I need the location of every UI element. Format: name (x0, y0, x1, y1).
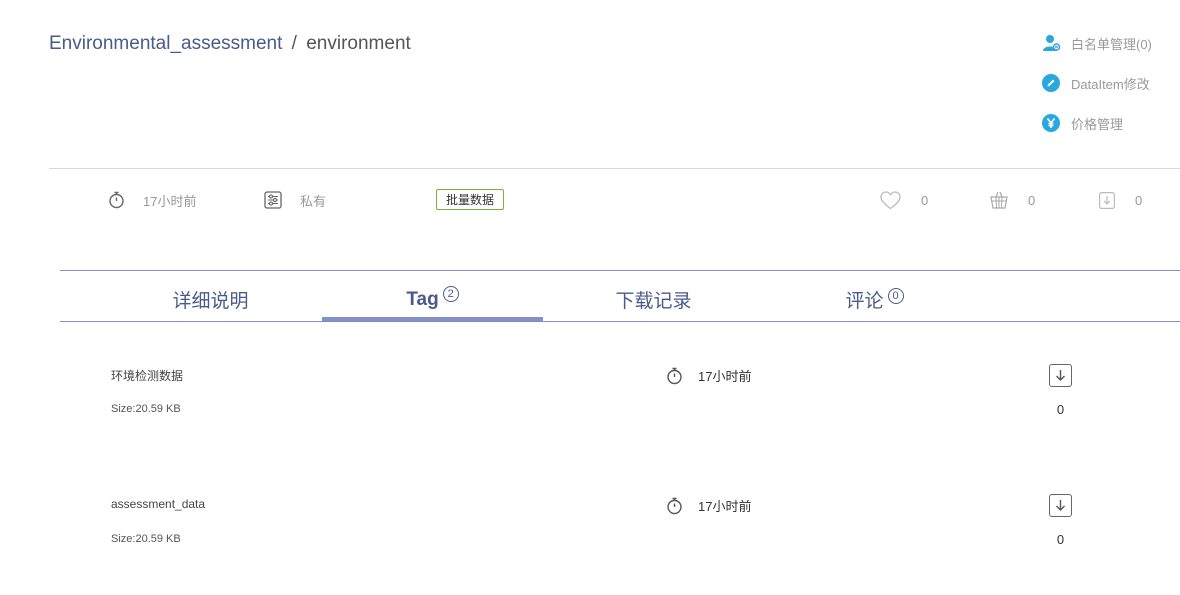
tab-download-records[interactable]: 下载记录 (543, 286, 764, 316)
yen-icon (1042, 114, 1060, 132)
stopwatch-icon (108, 191, 125, 209)
cart-stat[interactable]: 0 (990, 189, 1035, 211)
file-size: Size:20.59 KB (111, 403, 181, 415)
tab-details[interactable]: 详细说明 (100, 286, 321, 316)
tabs-bottom-border (60, 321, 1180, 322)
whitelist-manage-label: 白名单管理(0) (1071, 36, 1152, 52)
meta-time: 17小时前 (108, 189, 196, 211)
stopwatch-icon (666, 367, 683, 385)
file-download-count: 0 (1056, 402, 1065, 417)
download-count: 0 (1135, 192, 1143, 208)
price-manage-button[interactable]: 价格管理 (1042, 113, 1152, 133)
file-time-label: 17小时前 (698, 369, 752, 384)
cart-count: 0 (1028, 192, 1036, 208)
file-download-button[interactable] (1049, 494, 1072, 517)
download-arrow-icon (1056, 370, 1065, 381)
download-arrow-icon (1056, 500, 1065, 511)
tab-download-records-label: 下载记录 (615, 291, 692, 312)
dataitem-edit-label: DataItem修改 (1071, 76, 1150, 92)
file-time: 17小时前 (666, 496, 751, 515)
tab-details-label: 详细说明 (172, 291, 249, 312)
stopwatch-icon (666, 497, 683, 515)
tab-tag-label: Tag (406, 289, 439, 310)
breadcrumb: Environmental_assessment / environment (49, 33, 411, 55)
file-size: Size:20.59 KB (111, 533, 181, 545)
download-stat[interactable]: 0 (1099, 189, 1142, 211)
breadcrumb-parent[interactable]: Environmental_assessment (49, 33, 282, 54)
whitelist-manage-button[interactable]: 白名单管理(0) (1042, 33, 1152, 53)
like-stat[interactable]: 0 (880, 189, 928, 211)
user-group-icon (1042, 34, 1060, 52)
file-download-count: 0 (1056, 532, 1065, 547)
meta-visibility: 私有 (264, 189, 326, 211)
heart-icon[interactable] (880, 190, 901, 210)
pencil-icon (1042, 74, 1060, 92)
settings-sliders-icon (264, 191, 282, 209)
side-actions: 白名单管理(0) DataItem修改 价格管理 (1042, 33, 1152, 153)
price-manage-label: 价格管理 (1071, 116, 1124, 132)
download-icon[interactable] (1099, 191, 1115, 209)
file-time-label: 17小时前 (698, 499, 752, 514)
breadcrumb-separator: / (291, 33, 297, 54)
header-divider (49, 168, 1180, 169)
basket-icon[interactable] (990, 191, 1008, 209)
file-download-button[interactable] (1049, 364, 1072, 387)
like-count: 0 (921, 192, 929, 208)
tab-tag[interactable]: Tag 2 (322, 286, 543, 316)
meta-time-label: 17小时前 (143, 193, 197, 209)
dataitem-edit-button[interactable]: DataItem修改 (1042, 73, 1152, 93)
tab-tag-count: 2 (442, 286, 459, 302)
file-name[interactable]: 环境检测数据 (111, 367, 183, 384)
file-time: 17小时前 (666, 366, 751, 385)
tab-comments-label: 评论 (845, 291, 884, 312)
tab-comments-count: 0 (887, 288, 904, 304)
tabs-top-border (60, 270, 1180, 271)
breadcrumb-current: environment (306, 33, 411, 54)
batch-data-badge: 批量数据 (436, 189, 505, 210)
tab-comments[interactable]: 评论 0 (764, 286, 985, 316)
meta-visibility-label: 私有 (300, 193, 327, 209)
file-name[interactable]: assessment_data (111, 497, 205, 511)
